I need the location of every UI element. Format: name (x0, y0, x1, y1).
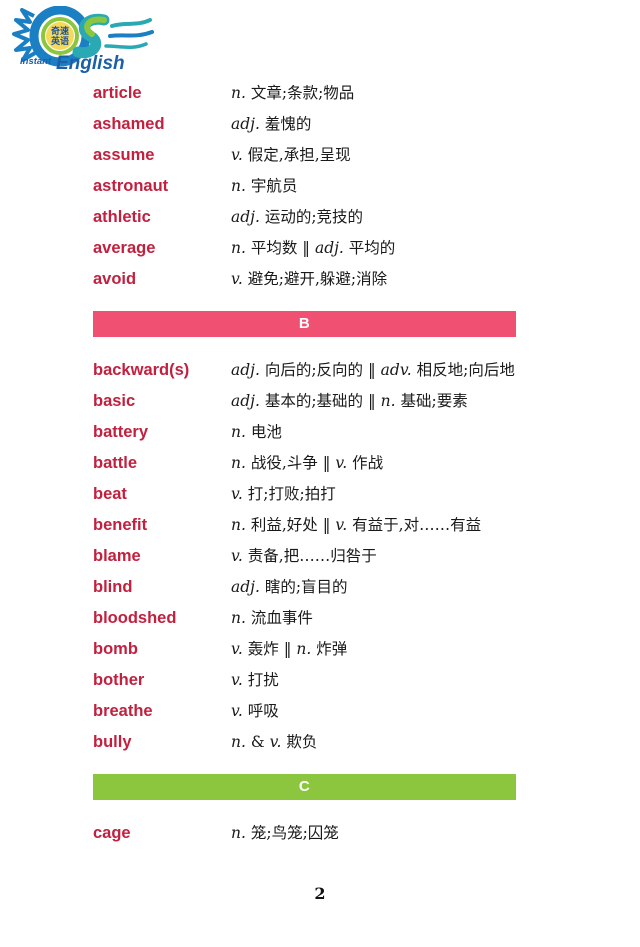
banner-spacer (0, 758, 640, 774)
entry-word: assume (93, 146, 155, 164)
vocabulary-entry[interactable]: bloodshed n. 流血事件 (0, 603, 640, 634)
vocabulary-entry[interactable]: benefit n. 利益,好处 ‖ v. 有益于,对……有益 (0, 510, 640, 541)
entry-word: backward(s) (93, 361, 190, 379)
entry-definition: n. 笼;鸟笼;囚笼 (231, 824, 339, 842)
entry-word: battery (93, 423, 149, 441)
vocabulary-list: article n. 文章;条款;物品 ashamed adj. 羞愧的 ass… (0, 78, 640, 849)
entry-definition: v. 责备,把……归咎于 (231, 547, 377, 565)
entry-definition: n. 战役,斗争 ‖ v. 作战 (231, 454, 384, 472)
vocabulary-entry[interactable]: athletic adj. 运动的;竞技的 (0, 202, 640, 233)
vocabulary-entry[interactable]: beat v. 打;打败;拍打 (0, 479, 640, 510)
entry-definition: n. 文章;条款;物品 (231, 84, 355, 102)
entry-definition: v. 假定,承担,呈现 (231, 146, 351, 164)
vocabulary-entry[interactable]: cage n. 笼;鸟笼;囚笼 (0, 818, 640, 849)
entry-word: battle (93, 454, 138, 472)
entry-word: ashamed (93, 115, 165, 133)
entry-word: article (93, 84, 142, 102)
entry-word: avoid (93, 270, 137, 288)
entry-word: beat (93, 485, 127, 503)
entry-definition: adj. 运动的;竞技的 (231, 208, 364, 226)
entry-word: bully (93, 733, 132, 751)
logo-chinese-line2: 英语 (50, 35, 69, 47)
entry-definition: n. 流血事件 (231, 609, 313, 627)
dictionary-page: 奇速 英语 Instant English article n. 文章;条款;物… (0, 0, 640, 947)
entry-definition: v. 打;打败;拍打 (231, 485, 336, 503)
logo-s-highlight (84, 16, 107, 37)
vocabulary-entry[interactable]: basic adj. 基本的;基础的 ‖ n. 基础;要素 (0, 386, 640, 417)
vocabulary-entry[interactable]: avoid v. 避免;避开,躲避;消除 (0, 264, 640, 295)
vocabulary-entry[interactable]: blame v. 责备,把……归咎于 (0, 541, 640, 572)
entry-word: benefit (93, 516, 148, 534)
entry-word: astronaut (93, 177, 169, 195)
vocabulary-entry[interactable]: bother v. 打扰 (0, 665, 640, 696)
vocabulary-entry[interactable]: bomb v. 轰炸 ‖ n. 炸弹 (0, 634, 640, 665)
vocabulary-entry[interactable]: battle n. 战役,斗争 ‖ v. 作战 (0, 448, 640, 479)
section-b-entries: backward(s) adj. 向后的;反向的 ‖ adv. 相反地;向后地 … (0, 355, 640, 758)
entry-definition: adj. 羞愧的 (231, 115, 312, 133)
vocabulary-entry[interactable]: blind adj. 瞎的;盲目的 (0, 572, 640, 603)
vocabulary-entry[interactable]: breathe v. 呼吸 (0, 696, 640, 727)
entry-definition: n. 平均数 ‖ adj. 平均的 (231, 239, 396, 257)
section-header-c: C (93, 774, 516, 800)
entry-word: blame (93, 547, 141, 565)
entry-word: cage (93, 824, 131, 842)
banner-spacer (0, 295, 640, 311)
entry-word: bloodshed (93, 609, 177, 627)
entry-word: breathe (93, 702, 153, 720)
vocabulary-entry[interactable]: astronaut n. 宇航员 (0, 171, 640, 202)
vocabulary-entry[interactable]: backward(s) adj. 向后的;反向的 ‖ adv. 相反地;向后地 (0, 355, 640, 386)
vocabulary-entry[interactable]: ashamed adj. 羞愧的 (0, 109, 640, 140)
entry-definition: n. & v. 欺负 (231, 733, 318, 751)
entry-definition: adj. 基本的;基础的 ‖ n. 基础;要素 (231, 392, 468, 410)
entry-definition: n. 利益,好处 ‖ v. 有益于,对……有益 (231, 516, 482, 534)
instant-english-logo: 奇速 英语 Instant English (8, 6, 158, 78)
banner-spacer (0, 800, 640, 818)
entry-definition: v. 轰炸 ‖ n. 炸弹 (231, 640, 348, 658)
logo-english-text: English (56, 53, 125, 74)
logo-chinese-line1: 奇速 (51, 25, 69, 37)
vocabulary-entry[interactable]: average n. 平均数 ‖ adj. 平均的 (0, 233, 640, 264)
entry-word: blind (93, 578, 133, 596)
vocabulary-entry[interactable]: article n. 文章;条款;物品 (0, 78, 640, 109)
logo-streak-2 (108, 30, 154, 38)
entry-word: bomb (93, 640, 138, 658)
logo-graphic: 奇速 英语 Instant English (12, 6, 154, 74)
entry-definition: adj. 向后的;反向的 ‖ adv. 相反地;向后地 (231, 361, 515, 379)
section-header-b: B (93, 311, 516, 337)
entry-word: basic (93, 392, 136, 410)
section-c-entries: cage n. 笼;鸟笼;囚笼 (0, 818, 640, 849)
page-number: 2 (314, 884, 326, 903)
vocabulary-entry[interactable]: battery n. 电池 (0, 417, 640, 448)
entry-definition: v. 呼吸 (231, 702, 279, 720)
entry-word: bother (93, 671, 145, 689)
entry-definition: adj. 瞎的;盲目的 (231, 578, 348, 596)
entry-word: athletic (93, 208, 151, 226)
vocabulary-entry[interactable]: assume v. 假定,承担,呈现 (0, 140, 640, 171)
entry-definition: n. 宇航员 (231, 177, 298, 195)
entry-definition: v. 打扰 (231, 671, 279, 689)
logo-instant-text: Instant (20, 56, 52, 67)
entry-definition: n. 电池 (231, 423, 282, 441)
entry-word: average (93, 239, 156, 257)
entry-definition: v. 避免;避开,躲避;消除 (231, 270, 388, 288)
logo-streak-1 (110, 18, 152, 28)
vocabulary-entry[interactable]: bully n. & v. 欺负 (0, 727, 640, 758)
banner-spacer (0, 337, 640, 355)
section-a-entries: article n. 文章;条款;物品 ashamed adj. 羞愧的 ass… (0, 78, 640, 295)
logo-streak-3 (104, 42, 148, 50)
